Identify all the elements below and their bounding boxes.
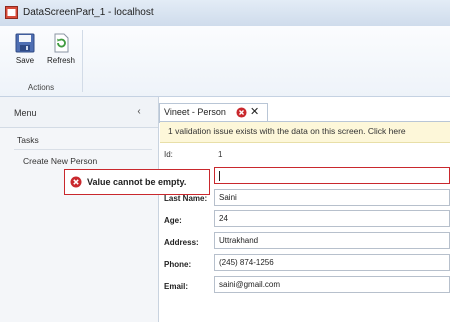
tab-label: Vineet - Person bbox=[164, 107, 226, 117]
text-caret bbox=[219, 171, 220, 181]
email-input[interactable]: saini@gmail.com bbox=[214, 276, 450, 293]
refresh-button[interactable]: Refresh bbox=[46, 33, 76, 65]
save-label: Save bbox=[15, 56, 35, 65]
phone-input[interactable]: (245) 874-1256 bbox=[214, 254, 450, 271]
phone-label: Phone: bbox=[164, 260, 192, 269]
address-input[interactable]: Uttrakhand bbox=[214, 232, 450, 249]
navigation-panel bbox=[0, 97, 159, 322]
last-name-label: Last Name: bbox=[164, 194, 208, 203]
name-input[interactable] bbox=[214, 167, 450, 184]
validation-message: Value cannot be empty. bbox=[87, 177, 187, 187]
ribbon-group-label: Actions bbox=[27, 83, 55, 92]
error-icon bbox=[236, 107, 247, 118]
age-value: 24 bbox=[219, 214, 228, 223]
refresh-label: Refresh bbox=[46, 56, 75, 65]
menu-item-create-new-person[interactable]: Create New Person bbox=[23, 156, 97, 166]
save-icon bbox=[15, 33, 35, 53]
save-button[interactable]: Save bbox=[10, 33, 40, 65]
tasks-section-title: Tasks bbox=[17, 135, 39, 145]
phone-value: (245) 874-1256 bbox=[219, 258, 274, 267]
last-name-value: Saini bbox=[219, 193, 237, 202]
window-title: DataScreenPart_1 - localhost bbox=[23, 7, 154, 18]
ribbon-separator bbox=[82, 30, 83, 92]
tab-close-icon[interactable]: ✕ bbox=[250, 105, 259, 118]
id-label: Id: bbox=[164, 150, 173, 159]
id-value: 1 bbox=[218, 150, 223, 159]
email-label: Email: bbox=[164, 282, 189, 291]
validation-banner-text[interactable]: 1 validation issue exists with the data … bbox=[168, 126, 406, 136]
address-label: Address: bbox=[164, 238, 199, 247]
age-input[interactable]: 24 bbox=[214, 210, 450, 227]
collapse-menu-icon[interactable]: ‹ bbox=[133, 106, 145, 118]
app-icon bbox=[5, 6, 18, 19]
last-name-input[interactable]: Saini bbox=[214, 189, 450, 206]
section-divider bbox=[14, 149, 152, 150]
error-icon bbox=[70, 176, 82, 188]
age-label: Age: bbox=[164, 216, 182, 225]
email-value: saini@gmail.com bbox=[219, 280, 281, 289]
address-value: Uttrakhand bbox=[219, 236, 259, 245]
menu-title: Menu bbox=[14, 108, 37, 118]
refresh-icon bbox=[54, 33, 69, 53]
